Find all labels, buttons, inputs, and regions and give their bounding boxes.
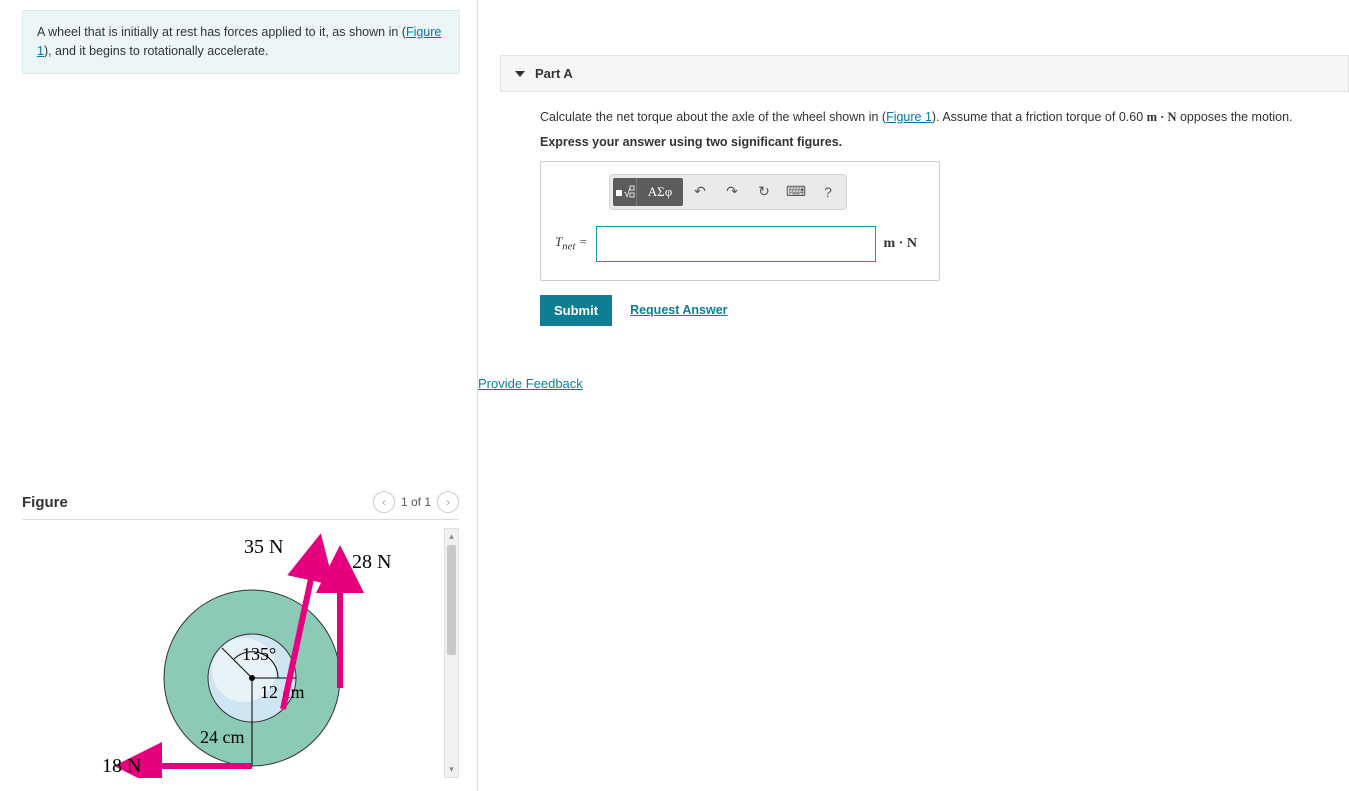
force-35-label: 35 N bbox=[244, 536, 283, 558]
submit-button[interactable]: Submit bbox=[540, 295, 612, 326]
part-a-header[interactable]: Part A bbox=[500, 55, 1349, 92]
greek-button[interactable]: ΑΣφ bbox=[637, 178, 683, 206]
provide-feedback-link[interactable]: Provide Feedback bbox=[478, 376, 583, 391]
figure-counter: 1 of 1 bbox=[401, 495, 431, 509]
collapse-caret-icon bbox=[515, 71, 525, 77]
figure-nav: ‹ 1 of 1 › bbox=[373, 491, 459, 513]
part-title: Part A bbox=[535, 66, 573, 81]
question-text: Calculate the net torque about the axle … bbox=[540, 108, 1335, 127]
figure-scrollbar[interactable]: ▴ ▾ bbox=[444, 528, 459, 778]
force-18-label: 18 N bbox=[102, 755, 141, 777]
angle-label: 135° bbox=[242, 644, 276, 664]
redo-button[interactable]: ↷ bbox=[717, 178, 747, 206]
scroll-down-icon[interactable]: ▾ bbox=[445, 762, 458, 777]
figure-next-button[interactable]: › bbox=[437, 491, 459, 513]
figure-title: Figure bbox=[22, 494, 68, 511]
scroll-thumb[interactable] bbox=[447, 545, 456, 655]
figure-link-2[interactable]: Figure 1 bbox=[886, 110, 932, 124]
equation-toolbar: √ ΑΣφ ↶ ↷ ↻ ⌨ ? bbox=[609, 174, 847, 210]
undo-button[interactable]: ↶ bbox=[685, 178, 715, 206]
scroll-up-icon[interactable]: ▴ bbox=[445, 529, 458, 544]
answer-variable-label: Tnet = bbox=[555, 234, 588, 253]
problem-text-after: ), and it begins to rotationally acceler… bbox=[44, 44, 268, 58]
answer-panel: √ ΑΣφ ↶ ↷ ↻ ⌨ ? Tnet = bbox=[540, 161, 940, 281]
force-28-label: 28 N bbox=[352, 551, 391, 573]
help-button[interactable]: ? bbox=[813, 178, 843, 206]
problem-text-before: A wheel that is initially at rest has fo… bbox=[37, 25, 406, 39]
request-answer-link[interactable]: Request Answer bbox=[630, 303, 727, 317]
reset-button[interactable]: ↻ bbox=[749, 178, 779, 206]
wheel-diagram: 24 cm 12 cm 135° 35 N bbox=[72, 528, 432, 778]
figure-panel: Figure ‹ 1 of 1 › bbox=[22, 491, 459, 791]
templates-button[interactable]: √ bbox=[613, 178, 637, 206]
answer-unit: m · N bbox=[884, 236, 917, 252]
answer-input[interactable] bbox=[596, 226, 876, 262]
answer-instruction: Express your answer using two significan… bbox=[540, 135, 1335, 149]
problem-statement: A wheel that is initially at rest has fo… bbox=[22, 10, 460, 74]
keyboard-button[interactable]: ⌨ bbox=[781, 178, 811, 206]
templates-icon: √ bbox=[615, 184, 635, 200]
outer-radius-label: 24 cm bbox=[200, 727, 245, 747]
figure-prev-button[interactable]: ‹ bbox=[373, 491, 395, 513]
